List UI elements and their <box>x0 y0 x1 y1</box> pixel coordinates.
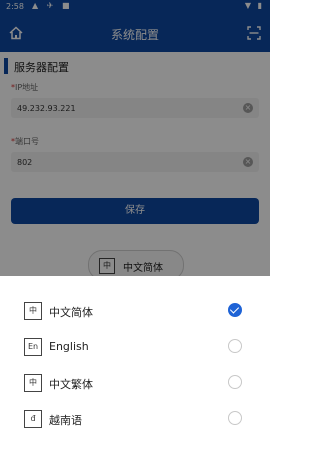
language-option-vietnamese[interactable]: đ 越南语 <box>0 401 270 437</box>
language-option-label: English <box>49 340 89 353</box>
language-option-zh-hant[interactable]: 中 中文繁体 <box>0 365 270 401</box>
radio-unchecked-icon[interactable] <box>228 339 242 353</box>
radio-unchecked-icon[interactable] <box>228 411 242 425</box>
language-option-english[interactable]: En English <box>0 329 270 365</box>
chinese-language-icon: 中 <box>24 302 42 320</box>
vietnamese-language-icon: đ <box>24 410 42 428</box>
radio-checked-icon[interactable] <box>228 303 242 317</box>
language-option-label: 中文简体 <box>49 306 93 319</box>
radio-unchecked-icon[interactable] <box>228 375 242 389</box>
english-language-icon: En <box>24 338 42 356</box>
language-option-label: 中文繁体 <box>49 378 93 391</box>
language-option-zh-hans[interactable]: 中 中文简体 <box>0 293 270 329</box>
language-bottom-sheet: 中 中文简体 En English 中 中文繁体 đ 越南语 <box>0 276 270 450</box>
language-option-label: 越南语 <box>49 414 82 427</box>
chinese-language-icon: 中 <box>24 374 42 392</box>
